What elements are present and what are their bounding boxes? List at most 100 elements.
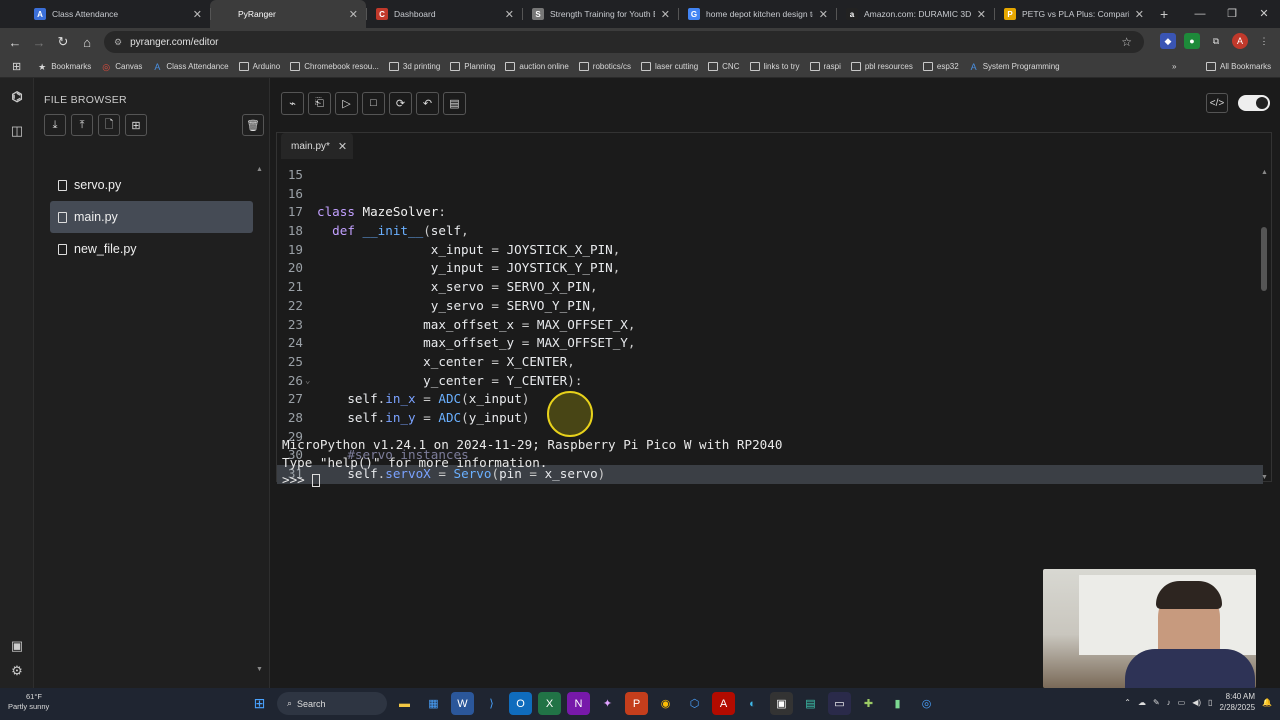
volume-icon[interactable]: ◀) <box>1192 698 1201 707</box>
close-window-button[interactable]: ✕ <box>1248 0 1280 28</box>
code-lines[interactable]: 15 16 17 class MazeSolver: 18 def __init__(s… <box>277 166 1263 484</box>
terminal-prompt-line[interactable]: >>> <box>282 471 782 489</box>
back-icon[interactable]: ← <box>3 35 27 50</box>
app-icon[interactable]: ▭ <box>828 692 851 715</box>
bookmark-item[interactable]: links to try <box>749 62 800 71</box>
code-view-icon[interactable]: </> <box>1206 93 1228 113</box>
scroll-up-icon[interactable]: ▲ <box>1261 169 1268 176</box>
copilot-icon[interactable]: ✦ <box>596 692 619 715</box>
code-line[interactable]: 26 y_center = Y_CENTER): ⌄ <box>277 372 1263 391</box>
site-info-icon[interactable]: ⚙ <box>114 37 122 48</box>
code-editor[interactable]: main.py* ✕ 15 16 17 class MazeSolver: 18 def … <box>276 132 1272 484</box>
profile-avatar[interactable]: A <box>1232 33 1248 49</box>
bookmark-star-icon[interactable]: ☆ <box>1121 35 1132 49</box>
app-icon[interactable]: ◎ <box>915 692 938 715</box>
app-icon[interactable]: ▤ <box>799 692 822 715</box>
url-omnibox[interactable]: ⚙ pyranger.com/editor ☆ <box>104 31 1144 53</box>
store-icon[interactable]: ▦ <box>422 692 445 715</box>
delete-trash-icon[interactable]: 🗑 <box>242 114 264 136</box>
code-line[interactable]: 16 <box>277 185 1263 204</box>
browser-tab[interactable]: a Amazon.com: DURAMIC 3D PE ✕ <box>836 0 994 28</box>
app-icon[interactable]: ▮ <box>886 692 909 715</box>
disconnect-icon[interactable]: ⎗ <box>308 91 331 115</box>
code-line[interactable]: 28 self.in_y = ADC(y_input) <box>277 409 1263 428</box>
bookmark-item[interactable]: Arduino <box>238 62 280 71</box>
all-bookmarks-folder[interactable]: All Bookmarks <box>1206 62 1271 71</box>
code-line[interactable]: 23 max_offset_x = MAX_OFFSET_X, <box>277 316 1263 335</box>
sidebar-toggle-icon[interactable]: ◫ <box>0 116 34 146</box>
file-item[interactable]: main.py <box>50 201 253 233</box>
scroll-down-icon[interactable]: ▼ <box>1261 474 1268 481</box>
network-icon[interactable]: ▭ <box>1178 698 1186 707</box>
code-line[interactable]: 15 <box>277 166 1263 185</box>
upload-icon[interactable]: ⤒ <box>71 114 93 136</box>
code-line[interactable]: 25 x_center = X_CENTER, <box>277 353 1263 372</box>
bookmark-item[interactable]: Planning <box>450 62 495 71</box>
excel-icon[interactable]: X <box>538 692 561 715</box>
app-icon[interactable]: ⬡ <box>683 692 706 715</box>
browser-tab[interactable]: C Dashboard ✕ <box>366 0 522 28</box>
file-list-scroll-down-icon[interactable]: ▼ <box>256 666 263 673</box>
word-icon[interactable]: W <box>451 692 474 715</box>
tray-overflow-icon[interactable]: ⌃ <box>1124 698 1131 707</box>
bookmark-item[interactable]: A Class Attendance <box>152 62 228 72</box>
save-icon[interactable]: ▤ <box>443 91 466 115</box>
new-tab-button[interactable]: + <box>1160 0 1168 28</box>
taskbar-search[interactable]: ⌕ Search <box>277 692 387 715</box>
edge-icon[interactable]: ◐ <box>741 692 764 715</box>
close-tab-icon[interactable]: ✕ <box>819 8 828 21</box>
notifications-icon[interactable]: 🔔 <box>1262 698 1272 707</box>
outlook-icon[interactable]: O <box>509 692 532 715</box>
chrome-icon[interactable]: ◉ <box>654 692 677 715</box>
fold-chevron-icon[interactable]: ⌄ <box>305 372 310 391</box>
browser-tab[interactable]: P PETG vs PLA Plus: Comparison ✕ <box>994 0 1152 28</box>
pen-icon[interactable]: ✎ <box>1153 698 1160 707</box>
settings-gear-icon[interactable]: ⚙ <box>0 656 34 686</box>
repl-terminal[interactable]: MicroPython v1.24.1 on 2024-11-29; Raspb… <box>282 436 782 489</box>
bookmarks-overflow-icon[interactable]: » <box>1172 62 1176 71</box>
editor-tab-main[interactable]: main.py* ✕ <box>281 133 354 159</box>
bookmark-item[interactable]: raspi <box>809 62 841 71</box>
bookmark-item[interactable]: CNC <box>708 62 740 71</box>
file-item[interactable]: new_file.py <box>50 233 253 265</box>
code-line[interactable]: 20 y_input = JOYSTICK_Y_PIN, <box>277 259 1263 278</box>
bookmark-item[interactable]: auction online <box>505 62 569 71</box>
bookmark-item[interactable]: pbl resources <box>850 62 913 71</box>
code-line[interactable]: 22 y_servo = SERVO_Y_PIN, <box>277 297 1263 316</box>
theme-toggle[interactable] <box>1238 95 1270 111</box>
terminal-app-icon[interactable]: ▣ <box>770 692 793 715</box>
code-line[interactable]: 18 def __init__(self, <box>277 222 1263 241</box>
browser-tab[interactable]: S Strength Training for Youth Ba ✕ <box>522 0 678 28</box>
forward-icon[interactable]: → <box>27 35 51 50</box>
code-line[interactable]: 24 max_offset_y = MAX_OFFSET_Y, <box>277 334 1263 353</box>
code-line[interactable]: 19 x_input = JOYSTICK_X_PIN, <box>277 241 1263 260</box>
download-icon[interactable]: ⤓ <box>44 114 66 136</box>
code-line[interactable]: 27 self.in_x = ADC(x_input) <box>277 390 1263 409</box>
extension-icon[interactable]: ◆ <box>1160 33 1176 49</box>
close-tab-icon[interactable]: ✕ <box>338 140 347 153</box>
home-icon[interactable]: ⌂ <box>75 35 99 50</box>
undo-icon[interactable]: ↶ <box>416 91 439 115</box>
close-tab-icon[interactable]: ✕ <box>977 8 986 21</box>
new-folder-icon[interactable]: ⊞ <box>125 114 147 136</box>
close-tab-icon[interactable]: ✕ <box>505 8 514 21</box>
file-list-scroll-up-icon[interactable]: ▲ <box>256 166 263 173</box>
onenote-icon[interactable]: N <box>567 692 590 715</box>
browser-tab[interactable]: PyRanger ✕ <box>210 0 366 28</box>
powerpoint-icon[interactable]: P <box>625 692 648 715</box>
bookmark-item[interactable]: Chromebook resou... <box>290 62 379 71</box>
editor-scrollbar[interactable]: ▲ ▼ <box>1261 169 1268 481</box>
code-line[interactable]: 21 x_servo = SERVO_X_PIN, <box>277 278 1263 297</box>
bookmark-item[interactable]: laser cutting <box>641 62 698 71</box>
minimize-button[interactable]: — <box>1184 0 1216 28</box>
stop-icon[interactable]: □ <box>362 91 385 115</box>
browser-tab[interactable]: A Class Attendance ✕ <box>24 0 210 28</box>
close-tab-icon[interactable]: ✕ <box>193 8 202 21</box>
bookmark-item[interactable]: 3d printing <box>388 62 440 71</box>
reset-icon[interactable]: ⟳ <box>389 91 412 115</box>
menu-dots-icon[interactable]: ⋮ <box>1256 33 1272 49</box>
clock[interactable]: 8:40 AM 2/28/2025 <box>1219 691 1255 713</box>
puzzle-icon[interactable]: ⧉ <box>1208 33 1224 49</box>
bookmark-item[interactable]: robotics/cs <box>578 62 631 71</box>
code-line[interactable]: 17 class MazeSolver: <box>277 203 1263 222</box>
